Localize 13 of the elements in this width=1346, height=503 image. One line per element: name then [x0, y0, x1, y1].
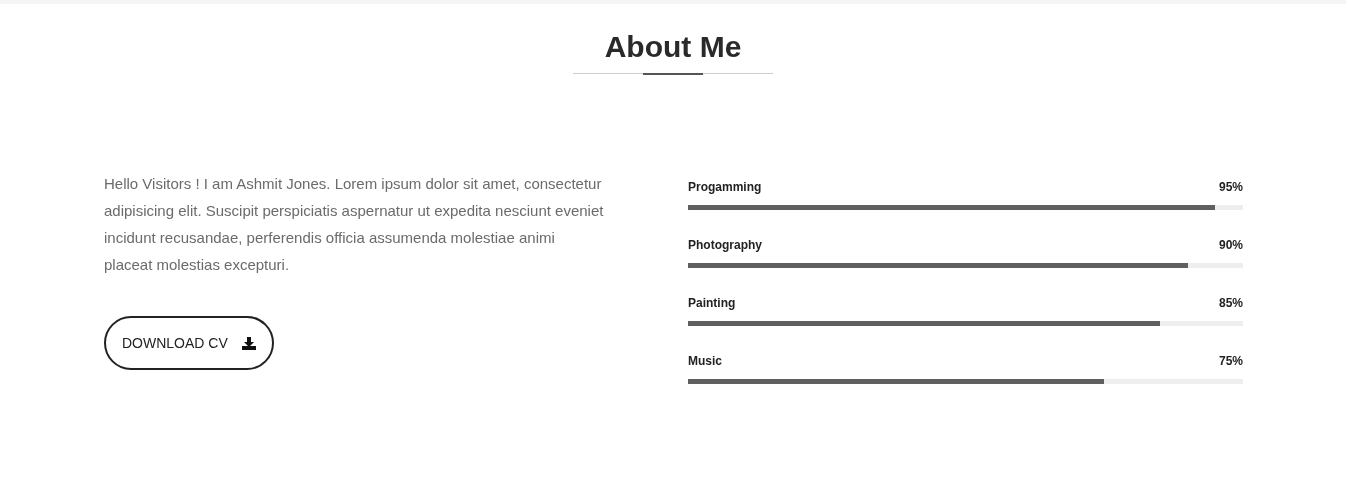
skill-percent: 75%	[1218, 353, 1243, 370]
skill-percent: 85%	[1218, 295, 1243, 312]
skill-percent: 95%	[1218, 179, 1243, 196]
download-cv-button[interactable]: DOWNLOAD CV	[104, 316, 274, 370]
skill-name: Music	[688, 353, 722, 370]
skill-name: Progamming	[688, 179, 762, 196]
download-icon	[241, 336, 256, 350]
skill-name: Photography	[688, 237, 762, 254]
heading-underline	[643, 73, 703, 75]
skill-percent: 90%	[1218, 237, 1243, 254]
section-heading: About Me	[604, 29, 742, 65]
skill-name: Painting	[688, 295, 736, 312]
intro-paragraph: Hello Visitors ! I am Ashmit Jones. Lorem ipsum dolor sit amet, consectetur adipisicing elit. Suscipit perspiciatis aspernatur ut expedita nesciunt eveniet incidunt recusandae, perferendis officia assumenda molestiae animi placeat molestias excepturi.	[104, 174, 604, 275]
